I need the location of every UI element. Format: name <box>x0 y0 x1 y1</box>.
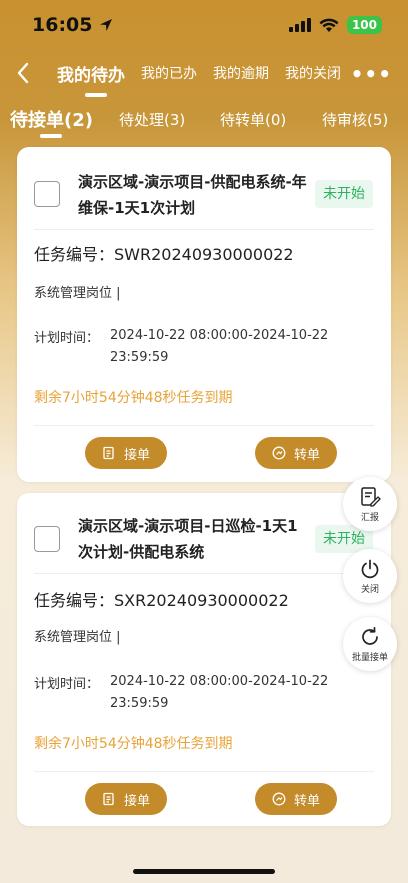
divider <box>34 771 374 772</box>
transfer-button[interactable]: 转单 <box>255 783 337 815</box>
wifi-icon <box>319 18 339 32</box>
transfer-icon <box>272 792 286 806</box>
document-icon <box>103 792 114 806</box>
accept-button-label: 接单 <box>123 447 150 463</box>
subtab-pending-transfer[interactable]: 待转单(0) <box>220 109 286 130</box>
document-icon <box>103 446 114 460</box>
subtab-pending-process[interactable]: 待处理(3) <box>119 109 185 130</box>
select-checkbox[interactable] <box>34 181 60 207</box>
subtab-active-indicator <box>40 134 62 138</box>
power-icon <box>361 559 379 578</box>
subtab-pending-review[interactable]: 待审核(5) <box>322 109 388 130</box>
accept-button[interactable]: 接单 <box>85 437 167 469</box>
plan-time-value: 2024-10-22 08:00:00-2024-10-22 23:59:59 <box>110 328 329 365</box>
batch-accept-label: 批量接单 <box>351 652 388 663</box>
card-header: 演示区域-演示项目-日巡检-1天1次计划-供配电系统 未开始 <box>17 493 391 575</box>
batch-accept-button[interactable]: 批量接单 <box>343 617 397 671</box>
refresh-icon <box>362 626 378 645</box>
divider <box>34 573 374 574</box>
tab-my-todo[interactable]: 我的待办 <box>57 61 125 97</box>
post-name: 系统管理岗位 | <box>34 286 121 301</box>
plan-time-label: 计划时间： <box>34 677 100 692</box>
home-indicator[interactable] <box>133 869 275 874</box>
remaining-time: 剩余7小时54分钟48秒任务到期 <box>34 390 233 406</box>
close-task-button[interactable]: 关闭 <box>343 549 397 603</box>
plan-time-label: 计划时间： <box>34 331 100 346</box>
transfer-icon <box>272 446 286 460</box>
accept-button[interactable]: 接单 <box>85 783 167 815</box>
report-edit-icon <box>361 486 381 507</box>
post-name: 系统管理岗位 | <box>34 630 121 645</box>
status-indicators: 100 <box>288 16 382 34</box>
status-time: 16:05 <box>32 14 114 36</box>
signal-icon <box>288 18 311 32</box>
chevron-left-icon <box>17 62 29 84</box>
plan-time-value: 2024-10-22 08:00:00-2024-10-22 23:59:59 <box>110 674 329 711</box>
nav-bar: 我的待办 我的已办 我的逾期 我的关闭 ••• <box>0 50 408 97</box>
report-label: 汇报 <box>360 512 379 523</box>
tab-my-overdue[interactable]: 我的逾期 <box>213 63 269 83</box>
task-number: 任务编号：SXR20240930000022 <box>34 591 289 610</box>
divider <box>34 229 374 230</box>
task-number: 任务编号：SWR20240930000022 <box>34 245 294 264</box>
subtab-pending-accept[interactable]: 待接单(2) <box>10 106 93 132</box>
task-title: 演示区域-演示项目-供配电系统-年维保-1天1次计划 <box>78 173 307 217</box>
close-label: 关闭 <box>360 584 379 595</box>
tab-my-done[interactable]: 我的已办 <box>141 63 197 83</box>
card-header: 演示区域-演示项目-供配电系统-年维保-1天1次计划 未开始 <box>17 147 391 229</box>
more-menu-button[interactable]: ••• <box>351 62 392 86</box>
transfer-button-label: 转单 <box>293 793 320 809</box>
status-badge: 未开始 <box>315 180 373 208</box>
transfer-button[interactable]: 转单 <box>255 437 337 469</box>
nav-tabs: 我的待办 我的已办 我的逾期 我的关闭 <box>52 50 357 97</box>
task-title: 演示区域-演示项目-日巡检-1天1次计划-供配电系统 <box>78 517 298 561</box>
task-card[interactable]: 演示区域-演示项目-日巡检-1天1次计划-供配电系统 未开始 任务编号：SXR2… <box>17 493 391 826</box>
tab-my-closed[interactable]: 我的关闭 <box>285 63 341 83</box>
battery-indicator: 100 <box>346 16 382 34</box>
remaining-time: 剩余7小时54分钟48秒任务到期 <box>34 736 233 752</box>
location-arrow-icon <box>100 19 113 31</box>
select-checkbox[interactable] <box>34 526 60 552</box>
more-dots-icon: ••• <box>350 62 392 86</box>
task-card[interactable]: 演示区域-演示项目-供配电系统-年维保-1天1次计划 未开始 任务编号：SWR2… <box>17 147 391 482</box>
clock: 16:05 <box>32 14 93 36</box>
accept-button-label: 接单 <box>123 793 150 809</box>
back-button[interactable] <box>14 60 34 86</box>
sub-tabs: 待接单(2) 待处理(3) 待转单(0) 待审核(5) <box>0 100 408 138</box>
status-bar: 16:05 100 <box>0 0 408 50</box>
report-button[interactable]: 汇报 <box>343 477 397 531</box>
divider <box>34 425 374 426</box>
transfer-button-label: 转单 <box>293 447 320 463</box>
